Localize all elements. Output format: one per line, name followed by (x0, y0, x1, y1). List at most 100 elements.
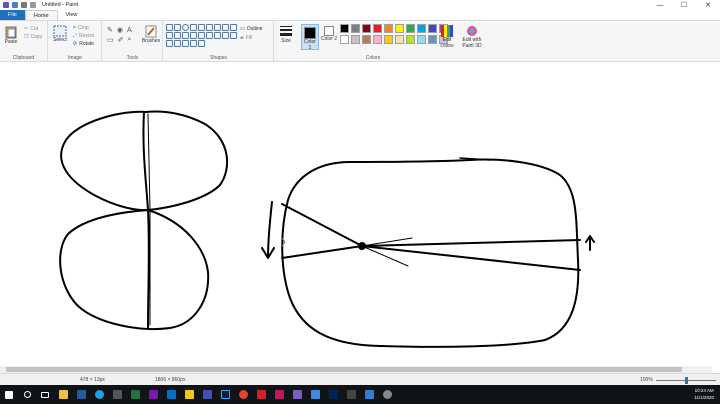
palette-swatch[interactable] (406, 24, 415, 33)
fill-button[interactable]: ▰ Fill (240, 35, 252, 41)
crop-button[interactable]: ⌗ Crop (73, 25, 89, 31)
eraser-icon[interactable]: ▭ (107, 36, 114, 44)
brushes-button[interactable]: Brushes (141, 25, 161, 44)
palette-swatch[interactable] (351, 35, 360, 44)
network-app-button[interactable] (360, 385, 378, 404)
store-button[interactable] (108, 385, 126, 404)
shape-triangle[interactable] (214, 24, 221, 31)
magnifier-icon[interactable]: ⌕ (128, 36, 132, 44)
settings-button[interactable] (378, 385, 396, 404)
snip-button[interactable] (306, 385, 324, 404)
shape-oval-callout[interactable] (174, 40, 181, 47)
shape-right-arrow[interactable] (182, 32, 189, 39)
palette-swatch[interactable] (384, 24, 393, 33)
size-button[interactable]: Size (277, 25, 295, 44)
notes-button[interactable] (180, 385, 198, 404)
tab-view[interactable]: View (58, 10, 86, 20)
palette-swatch[interactable] (340, 35, 349, 44)
powershell-button[interactable] (324, 385, 342, 404)
drawing-canvas[interactable] (0, 63, 720, 367)
palette-swatch[interactable] (384, 35, 393, 44)
undo-icon[interactable] (21, 2, 27, 8)
shape-polygon[interactable] (206, 24, 213, 31)
shape-lightning[interactable] (198, 40, 205, 47)
palette-swatch[interactable] (395, 35, 404, 44)
color1-button[interactable]: Color 1 (301, 24, 319, 51)
teams-button[interactable] (198, 385, 216, 404)
select-button[interactable]: Select (51, 25, 69, 43)
edit-colors-button[interactable]: Edit colors (438, 25, 456, 49)
file-explorer-button[interactable] (54, 385, 72, 404)
tab-home[interactable]: Home (24, 10, 58, 20)
search-button[interactable] (18, 385, 36, 404)
copy-button[interactable]: ❐ Copy (24, 34, 42, 40)
shape-rectangle[interactable] (190, 24, 197, 31)
shape-line[interactable] (166, 24, 173, 31)
maximize-button[interactable]: ☐ (672, 0, 696, 10)
palette-swatch[interactable] (340, 24, 349, 33)
chrome-button[interactable] (234, 385, 252, 404)
shape-pentagon[interactable] (166, 32, 173, 39)
shape-five-point-star[interactable] (222, 32, 229, 39)
palette-swatch[interactable] (351, 24, 360, 33)
paste-button[interactable]: Paste (3, 25, 19, 45)
palette-swatch[interactable] (373, 35, 382, 44)
shape-down-arrow[interactable] (206, 32, 213, 39)
outline-button[interactable]: ▭ Outline (240, 26, 263, 32)
tab-file[interactable]: File (0, 10, 25, 20)
shape-six-point-star[interactable] (230, 32, 237, 39)
palette-swatch[interactable] (362, 35, 371, 44)
shape-oval[interactable] (182, 24, 189, 31)
palette-swatch[interactable] (417, 35, 426, 44)
rotate-button[interactable]: ⟳ Rotate (73, 41, 94, 47)
fill-bucket-icon[interactable]: ◉ (117, 26, 123, 34)
shape-rounded-callout[interactable] (166, 40, 173, 47)
palette-swatch[interactable] (406, 35, 415, 44)
excel-button[interactable] (126, 385, 144, 404)
edit-with-paint3d-button[interactable]: Edit with Paint 3D (458, 25, 486, 49)
shape-curve[interactable] (174, 24, 181, 31)
shape-up-arrow[interactable] (198, 32, 205, 39)
shape-cloud-callout[interactable] (182, 40, 189, 47)
minimize-button[interactable]: — (648, 0, 672, 10)
acrobat-button[interactable] (252, 385, 270, 404)
shape-heart[interactable] (190, 40, 197, 47)
word-button[interactable] (72, 385, 90, 404)
outlook-button[interactable] (162, 385, 180, 404)
edge-button[interactable] (90, 385, 108, 404)
paint-taskbar-button[interactable] (288, 385, 306, 404)
save-icon[interactable] (12, 2, 18, 8)
onenote-button[interactable] (144, 385, 162, 404)
scrollbar-thumb[interactable] (6, 367, 682, 372)
color-picker-icon[interactable]: ✐ (118, 36, 124, 44)
calculator-button[interactable] (342, 385, 360, 404)
shape-right-triangle[interactable] (222, 24, 229, 31)
text-icon[interactable]: A (127, 27, 132, 34)
palette-swatch[interactable] (428, 35, 437, 44)
color-palette[interactable] (340, 24, 448, 44)
shape-left-arrow[interactable] (190, 32, 197, 39)
resize-button[interactable]: ⤢ Resize (73, 33, 94, 39)
shape-rounded-rectangle[interactable] (198, 24, 205, 31)
start-button[interactable] (0, 385, 18, 404)
zoom-slider-knob[interactable] (685, 377, 688, 384)
photoshop-button[interactable] (216, 385, 234, 404)
cut-button[interactable]: ✂ Cut (24, 26, 38, 32)
palette-swatch[interactable] (373, 24, 382, 33)
horizontal-scrollbar[interactable] (0, 366, 712, 373)
shape-four-point-star[interactable] (214, 32, 221, 39)
system-clock[interactable]: 10:24 AM 11/1/2020 (694, 387, 714, 401)
color2-button[interactable]: Color 2 (320, 24, 338, 42)
shape-diamond[interactable] (230, 24, 237, 31)
media-button[interactable] (270, 385, 288, 404)
shapes-gallery[interactable] (166, 24, 237, 47)
task-view-button[interactable] (36, 385, 54, 404)
redo-icon[interactable] (30, 2, 36, 8)
palette-swatch[interactable] (362, 24, 371, 33)
pencil-icon[interactable]: ✎ (107, 26, 113, 34)
close-button[interactable]: ✕ (696, 0, 720, 10)
shape-hexagon[interactable] (174, 32, 181, 39)
palette-swatch[interactable] (428, 24, 437, 33)
palette-swatch[interactable] (395, 24, 404, 33)
palette-swatch[interactable] (417, 24, 426, 33)
